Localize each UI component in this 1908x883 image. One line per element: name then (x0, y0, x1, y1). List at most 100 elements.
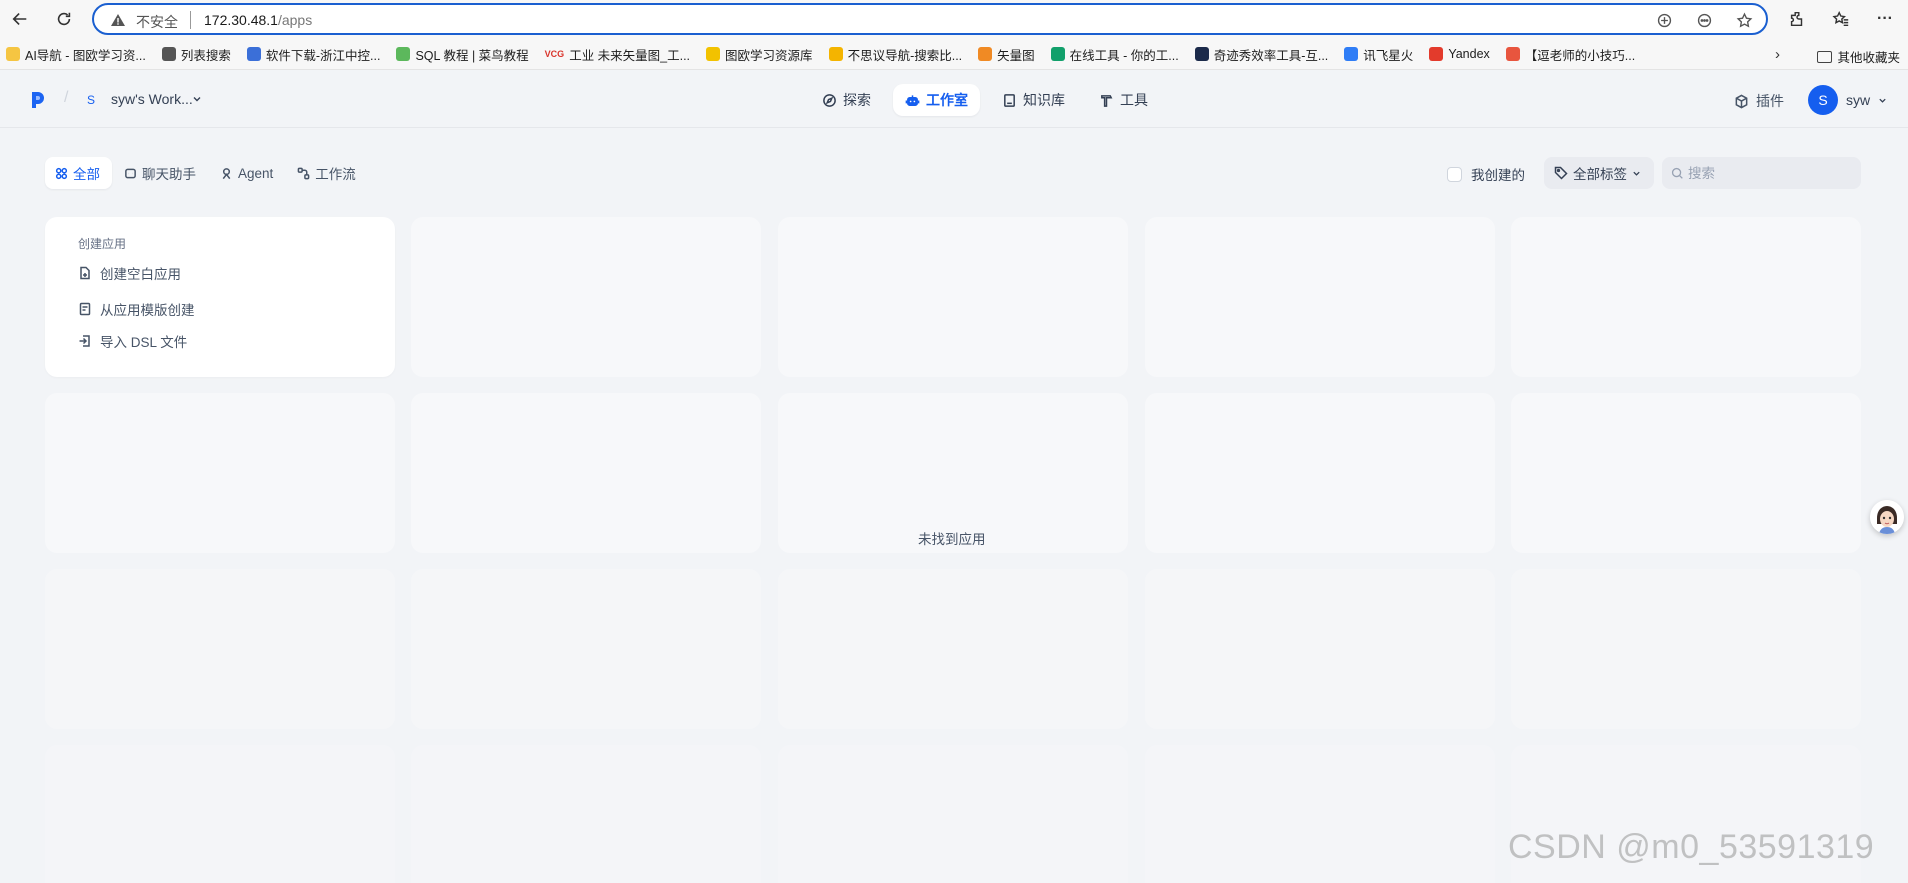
bookmark-favicon-icon (1344, 47, 1359, 61)
tag-filter-select[interactable]: 全部标签 (1544, 157, 1654, 189)
bookmark-favicon-icon (978, 47, 993, 61)
file-plus-icon (80, 266, 90, 280)
user-avatar[interactable]: S (1808, 85, 1838, 115)
bookmark-favicon-icon (1429, 47, 1444, 61)
bookmark-item[interactable]: VCG 工业 未来矢量图_工... (545, 45, 690, 64)
bookmark-favicon-icon (1194, 47, 1209, 61)
create-app-card: 创建应用 创建空白应用 从应用模版创建 导入 DSL 文件 (45, 217, 395, 377)
workspace-avatar[interactable]: S (83, 92, 99, 108)
bookmark-item[interactable]: SQL 教程 | 菜鸟教程 (396, 45, 529, 64)
my-created-filter[interactable]: 我创建的 (1447, 164, 1525, 184)
other-favorites-label: 其他收藏夹 (1837, 51, 1900, 65)
back-icon[interactable] (8, 7, 32, 31)
bookmark-item[interactable]: Yandex (1429, 47, 1490, 61)
bookmark-item[interactable]: 软件下载-浙江中控... (246, 45, 380, 64)
bookmark-label: 【逗老师的小技巧... (1524, 48, 1636, 63)
app-header: / S syw's Work... 探索 工作室 知识库 工具 插件 S syw (0, 71, 1908, 128)
tag-icon (1554, 166, 1568, 180)
bookmark-label: 图欧学习资源库 (725, 48, 813, 63)
nav-knowledge-label: 知识库 (1023, 92, 1065, 108)
tab-chat-assistant[interactable]: 聊天助手 (114, 157, 208, 189)
assistant-face-icon (1870, 500, 1904, 534)
folder-icon (1817, 50, 1833, 63)
nav-explore[interactable]: 探索 (810, 84, 883, 116)
assistant-avatar[interactable] (1870, 500, 1904, 534)
bookmark-label: AI导航 - 图欧学习资... (25, 48, 146, 63)
app-card-placeholder (778, 569, 1128, 729)
create-from-template-label: 从应用模版创建 (100, 303, 195, 318)
tag-filter-label: 全部标签 (1573, 167, 1627, 182)
bookmark-item[interactable]: 奇迹秀效率工具-互... (1194, 45, 1329, 64)
app-logo-icon[interactable] (30, 90, 46, 110)
extensions-icon[interactable] (1786, 8, 1808, 30)
create-blank-app-button[interactable]: 创建空白应用 (78, 263, 181, 283)
my-created-label: 我创建的 (1471, 168, 1525, 183)
my-created-checkbox[interactable] (1447, 166, 1462, 182)
nav-explore-label: 探索 (843, 92, 871, 108)
nav-studio[interactable]: 工作室 (893, 84, 980, 116)
create-from-template-button[interactable]: 从应用模版创建 (78, 299, 195, 319)
bookmark-label: 不思议导航-搜索比... (847, 48, 963, 63)
tab-all[interactable]: 全部 (45, 157, 112, 189)
translate-icon[interactable] (1654, 10, 1674, 30)
bookmark-label: 讯飞星火 (1363, 48, 1414, 63)
bookmark-item[interactable]: 列表搜索 (161, 45, 231, 64)
watermark: CSDN @m0_53591319 (1508, 828, 1875, 866)
bookmark-favicon-icon (828, 47, 843, 61)
import-dsl-button[interactable]: 导入 DSL 文件 (78, 331, 187, 351)
cube-icon (1735, 94, 1748, 108)
app-card-placeholder (411, 745, 761, 883)
tab-agent[interactable]: Agent (210, 157, 285, 189)
favorite-star-icon[interactable] (1734, 10, 1754, 30)
nav-studio-label: 工作室 (926, 92, 968, 108)
bookmark-favicon-icon (161, 47, 176, 61)
nav-tools[interactable]: 工具 (1087, 84, 1160, 116)
tab-workflow-label: 工作流 (315, 167, 356, 182)
bookmark-item[interactable]: 讯飞星火 (1344, 45, 1413, 64)
url-host: 172.30.48.1 (204, 12, 278, 28)
main-nav: 探索 工作室 知识库 工具 (810, 84, 1160, 116)
app-card-placeholder (1145, 745, 1495, 883)
tab-workflow[interactable]: 工作流 (287, 157, 368, 189)
reader-icon[interactable] (1694, 10, 1714, 30)
search-input[interactable] (1662, 157, 1861, 189)
bookmarks-overflow-icon[interactable]: › (1775, 46, 1780, 63)
more-menu-icon[interactable]: ··· (1874, 8, 1896, 30)
bookmark-item[interactable]: 【逗老师的小技巧... (1505, 45, 1636, 64)
url-text[interactable]: 172.30.48.1/apps (204, 12, 312, 28)
bookmark-prefix: VCG (544, 49, 565, 59)
refresh-icon[interactable] (52, 7, 76, 31)
chevron-down-icon[interactable] (192, 94, 202, 104)
bookmark-favicon-icon (706, 47, 721, 61)
app-card-placeholder (1511, 569, 1861, 729)
tab-all-label: 全部 (73, 167, 100, 182)
workspace-name[interactable]: syw's Work... (111, 91, 193, 107)
bookmark-item[interactable]: AI导航 - 图欧学习资... (6, 45, 146, 64)
other-favorites-folder[interactable]: 其他收藏夹 (1817, 47, 1900, 66)
empty-state-message: 未找到应用 (918, 532, 986, 547)
bookmark-item[interactable]: 在线工具 - 你的工... (1050, 45, 1179, 64)
robot-icon (905, 94, 920, 106)
template-icon (79, 302, 91, 316)
grid-icon (55, 167, 68, 179)
app-card-placeholder (411, 569, 761, 729)
tab-agent-label: Agent (238, 165, 274, 181)
nav-knowledge[interactable]: 知识库 (990, 84, 1077, 116)
compass-icon (823, 93, 836, 107)
chat-bubble-icon (125, 168, 136, 178)
bookmark-item[interactable]: 不思议导航-搜索比... (828, 45, 963, 64)
app-card-placeholder (45, 745, 395, 883)
bookmark-label: 奇迹秀效率工具-互... (1213, 48, 1329, 63)
bookmark-item[interactable]: 图欧学习资源库 (706, 45, 813, 64)
bookmark-item[interactable]: 矢量图 (978, 45, 1035, 64)
favorites-icon[interactable] (1830, 8, 1852, 30)
search-icon (1671, 167, 1683, 179)
user-name[interactable]: syw (1846, 92, 1870, 108)
address-bar[interactable]: 不安全 172.30.48.1/apps (92, 3, 1768, 35)
chevron-down-icon[interactable] (1878, 96, 1887, 105)
app-card-placeholder (411, 393, 761, 553)
app-type-tabs: 全部 聊天助手 Agent 工作流 (45, 157, 368, 189)
plugin-button[interactable]: 插件 (1734, 91, 1784, 111)
app-card-placeholder (411, 217, 761, 377)
bookmark-label: SQL 教程 | 菜鸟教程 (415, 48, 529, 63)
